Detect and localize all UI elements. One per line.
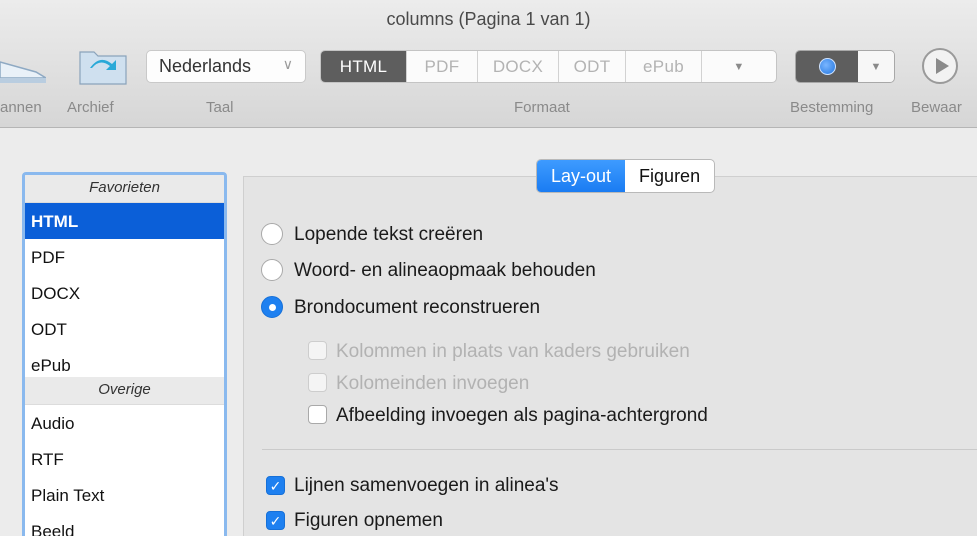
format-html[interactable]: HTML [321,51,407,82]
radio-keep-formatting[interactable] [261,259,283,281]
checkbox-column-breaks-label: Kolomeinden invoegen [336,373,530,394]
safari-compass-icon [819,58,836,75]
radio-running-text[interactable] [261,223,283,245]
divider [262,449,977,450]
list-item-rtf[interactable]: RTF [25,441,224,477]
radio-keep-formatting-label: Woord- en alineaopmaak behouden [294,260,596,281]
checkbox-columns[interactable] [308,341,327,360]
group-header-other: Overige [25,377,224,405]
destination-dropdown-icon[interactable]: ▼ [858,51,894,82]
language-label: Taal [206,99,234,116]
format-list: Favorieten HTML PDF DOCX ODT ePub Overig… [22,172,227,536]
destination-label: Bestemming [790,99,874,116]
list-item-html[interactable]: HTML [25,203,224,239]
format-epub[interactable]: ePub [626,51,702,82]
radio-reconstruct[interactable] [261,296,283,318]
window-title: columns (Pagina 1 van 1) [386,9,591,29]
checkbox-include-figures[interactable]: ✓ [266,511,285,530]
checkbox-column-breaks[interactable] [308,373,327,392]
tab-figures[interactable]: Figuren [625,160,714,192]
language-value: Nederlands [159,56,252,76]
radio-running-text-label: Lopende tekst creëren [294,224,484,245]
format-segmented-control: HTML PDF DOCX ODT ePub ▼ [320,50,777,83]
destination-button[interactable]: ▼ [795,50,895,83]
format-docx[interactable]: DOCX [478,51,559,82]
list-item-epub[interactable]: ePub [25,347,224,377]
tab-layout[interactable]: Lay-out [537,160,626,192]
list-item-odt[interactable]: ODT [25,311,224,347]
group-header-favorites: Favorieten [25,175,224,203]
format-more-icon[interactable]: ▼ [702,51,776,82]
save-label: Bewaar [911,99,962,116]
language-select[interactable]: Nederlands ∨ [146,50,306,83]
format-label: Formaat [514,99,570,116]
chevron-down-icon: ∨ [282,56,293,72]
archive-label: Archief [67,99,114,116]
checkbox-include-figures-label: Figuren opnemen [294,510,443,531]
checkbox-merge-lines-label: Lijnen samenvoegen in alinea's [294,475,559,496]
play-icon[interactable] [922,48,958,84]
checkbox-merge-lines[interactable]: ✓ [266,476,285,495]
scan-label: annen [0,99,42,116]
tab-bar: Lay-out Figuren [536,159,716,193]
list-item-audio[interactable]: Audio [25,405,224,441]
list-item-image[interactable]: Beeld [25,513,224,536]
format-odt[interactable]: ODT [559,51,626,82]
list-item-docx[interactable]: DOCX [25,275,224,311]
checkbox-background-image-label: Afbeelding invoegen als pagina-achtergro… [336,405,708,426]
archive-folder-icon[interactable] [78,46,128,86]
checkbox-background-image[interactable] [308,405,327,424]
toolbar: columns (Pagina 1 van 1) Nederlands ∨ HT… [0,0,977,128]
scanner-icon[interactable] [0,48,46,84]
destination-main[interactable] [796,51,858,82]
checkbox-columns-label: Kolommen in plaats van kaders gebruiken [336,341,690,362]
radio-reconstruct-label: Brondocument reconstrueren [294,297,541,318]
list-item-pdf[interactable]: PDF [25,239,224,275]
list-item-plain-text[interactable]: Plain Text [25,477,224,513]
format-pdf[interactable]: PDF [407,51,478,82]
